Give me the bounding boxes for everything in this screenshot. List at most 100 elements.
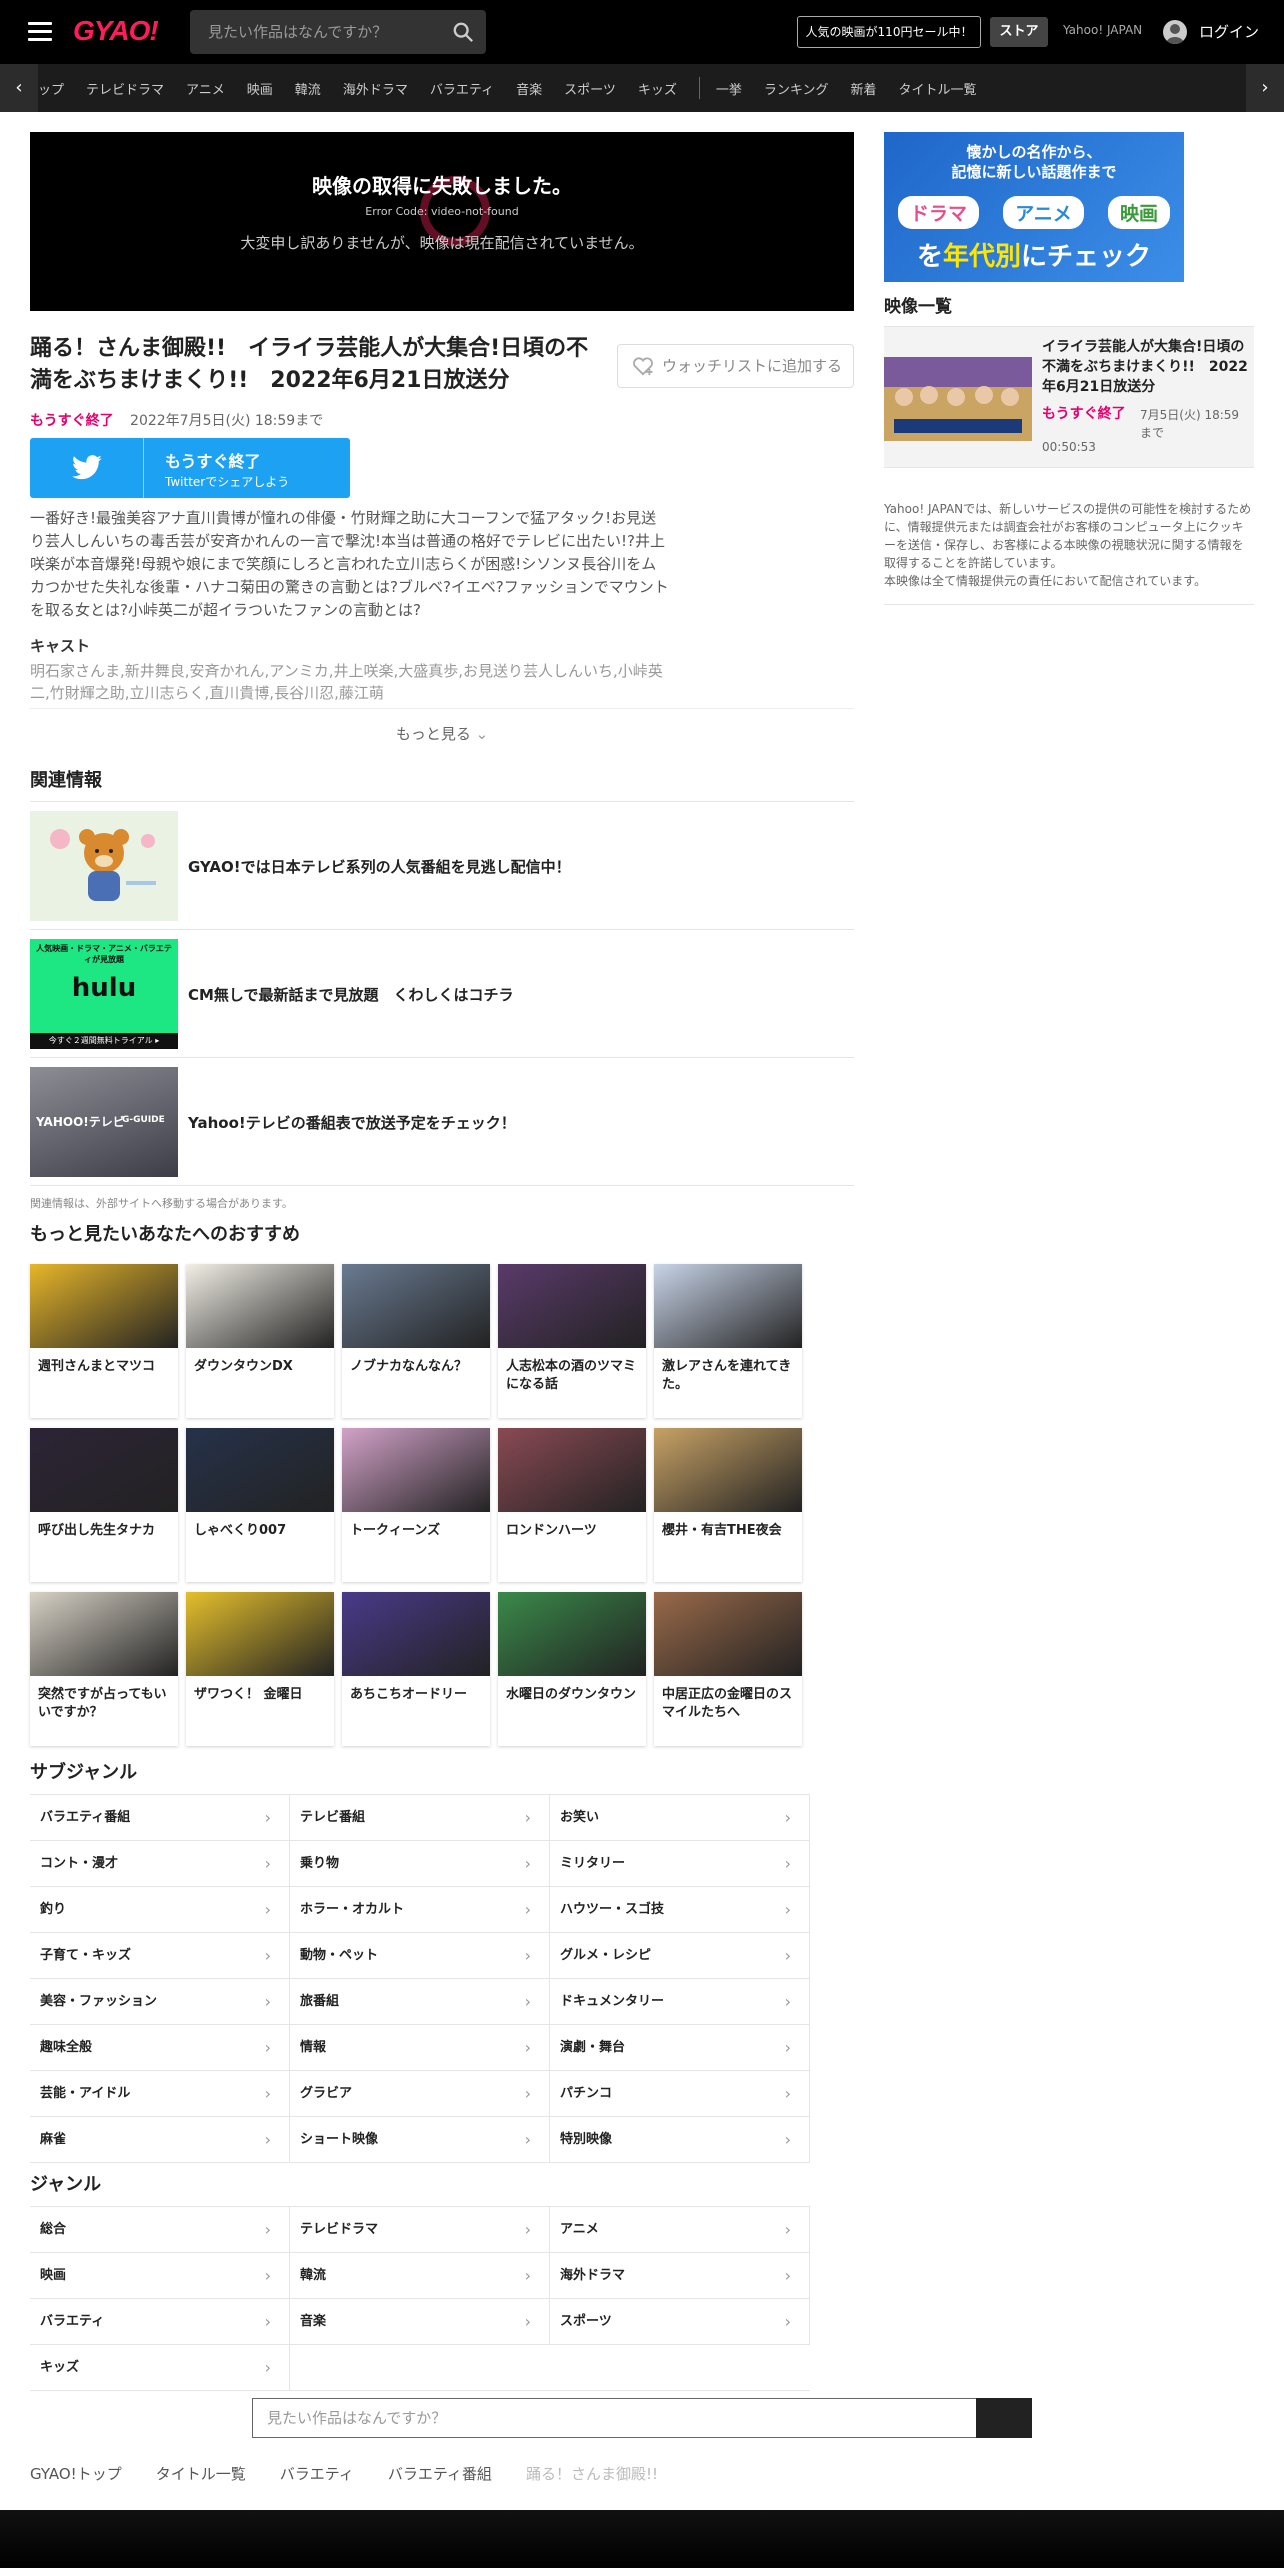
genre-item[interactable]: 韓流 › <box>290 2252 550 2298</box>
video-player[interactable]: 映像の取得に失敗しました。 Error Code: video-not-foun… <box>30 132 854 311</box>
subgenre-item[interactable]: 麻雀 › <box>30 2116 290 2162</box>
bottom-search-button[interactable] <box>976 2398 1032 2438</box>
recommend-card[interactable]: トークィーンズ <box>342 1428 490 1582</box>
search-input[interactable] <box>190 10 440 54</box>
subgenre-item[interactable]: 動物・ペット › <box>290 1932 550 1978</box>
recommend-card[interactable]: 人志松本の酒のツマミになる話 <box>498 1264 646 1418</box>
subgenre-item[interactable]: ミリタリー › <box>550 1840 810 1886</box>
breadcrumb-item[interactable]: GYAO!トップ <box>30 2465 122 2483</box>
subgenre-item[interactable]: 乗り物 › <box>290 1840 550 1886</box>
sale-banner-link[interactable]: 人気の映画が110円セール中！ <box>797 16 981 48</box>
yahoo-japan-link[interactable]: Yahoo! JAPAN <box>1063 23 1142 37</box>
nav-item[interactable]: バラエティ <box>430 79 494 98</box>
recommend-card[interactable]: 中居正広の金曜日のスマイルたちへ <box>654 1592 802 1746</box>
genre-item[interactable]: 総合 › <box>30 2206 290 2252</box>
subgenre-item[interactable]: 情報 › <box>290 2024 550 2070</box>
chevron-right-icon: › <box>784 1900 791 1919</box>
related-note: 関連情報は、外部サイトへ移動する場合があります。 <box>30 1197 293 1210</box>
chevron-right-icon: › <box>784 1992 791 2011</box>
recommend-card[interactable]: しゃべくり007 <box>186 1428 334 1582</box>
genre-item[interactable]: 音楽 › <box>290 2298 550 2344</box>
recommend-card[interactable]: 激レアさんを連れてきた。 <box>654 1264 802 1418</box>
recommend-card[interactable]: ノブナカなんなん？ <box>342 1264 490 1418</box>
subgenre-item[interactable]: ショート映像 › <box>290 2116 550 2162</box>
breadcrumb-item[interactable]: タイトル一覧 <box>156 2465 246 2483</box>
nav-item[interactable]: 一挙 <box>716 79 742 98</box>
nav-item[interactable]: タイトル一覧 <box>899 79 977 98</box>
recommend-card[interactable]: 突然ですが占ってもいいですか？ <box>30 1592 178 1746</box>
search-icon[interactable] <box>452 21 474 43</box>
bottom-search-input[interactable] <box>252 2398 976 2438</box>
genre-item[interactable]: 海外ドラマ › <box>550 2252 810 2298</box>
subgenre-item[interactable]: バラエティ番組 › <box>30 1794 290 1840</box>
subgenre-item[interactable]: 演劇・舞台 › <box>550 2024 810 2070</box>
nav-item[interactable]: ランキング <box>764 79 829 98</box>
recommend-card[interactable]: ダウンタウンDX <box>186 1264 334 1418</box>
nav-next-icon[interactable]: › <box>1246 64 1284 112</box>
video-list-item[interactable]: イライラ芸能人が大集合!日頃の不満をぶちまけまくり!! 2022年6月21日放送… <box>884 326 1254 468</box>
subgenre-label: パチンコ <box>560 2086 613 2101</box>
login-button[interactable]: ログイン <box>1163 18 1259 46</box>
subgenre-item[interactable]: お笑い › <box>550 1794 810 1840</box>
genre-item[interactable]: スポーツ › <box>550 2298 810 2344</box>
recommend-card[interactable]: あちこちオードリー <box>342 1592 490 1746</box>
breadcrumb-item[interactable]: バラエティ <box>280 2465 354 2483</box>
gyao-logo[interactable]: GYAO! <box>73 15 159 47</box>
genre-item[interactable]: キッズ › <box>30 2344 290 2390</box>
nav-item[interactable]: スポーツ <box>564 79 616 98</box>
subgenre-item[interactable]: 美容・ファッション › <box>30 1978 290 2024</box>
subgenre-item[interactable]: グラビア › <box>290 2070 550 2116</box>
store-button[interactable]: ストア <box>990 17 1048 47</box>
twitter-share-button[interactable]: もうすぐ終了 Twitterでシェアしよう <box>30 438 350 498</box>
nav-item[interactable]: 韓流 <box>295 79 321 98</box>
subgenre-label: 趣味全般 <box>40 2040 93 2055</box>
recommend-card[interactable]: 週刊さんまとマツコ <box>30 1264 178 1418</box>
subgenre-item[interactable]: パチンコ › <box>550 2070 810 2116</box>
recommend-card[interactable]: 呼び出し先生タナカ <box>30 1428 178 1582</box>
genre-item[interactable]: テレビドラマ › <box>290 2206 550 2252</box>
genre-item[interactable]: バラエティ › <box>30 2298 290 2344</box>
video-list-heading: 映像一覧 <box>884 297 952 317</box>
recommend-title: ダウンタウンDX <box>194 1359 293 1374</box>
recommend-title: 中居正広の金曜日のスマイルたちへ <box>662 1687 793 1720</box>
subgenre-item[interactable]: 芸能・アイドル › <box>30 2070 290 2116</box>
recommend-card[interactable]: 櫻井・有吉THE夜会 <box>654 1428 802 1582</box>
banner-line2: 記憶に新しい話題作まで <box>951 163 1117 181</box>
breadcrumb-item[interactable]: バラエティ番組 <box>388 2465 492 2483</box>
subgenre-item[interactable]: グルメ・レシピ › <box>550 1932 810 1978</box>
show-more-button[interactable]: もっと見る ⌄ <box>30 708 854 758</box>
nav-item[interactable]: テレビドラマ <box>86 79 164 98</box>
nav-item[interactable]: 音楽 <box>516 79 542 98</box>
nav-item[interactable]: ップ <box>38 79 64 98</box>
subgenre-item[interactable]: コント・漫才 › <box>30 1840 290 1886</box>
chevron-right-icon: › <box>784 2266 791 2285</box>
nav-item[interactable]: 映画 <box>247 79 273 98</box>
nav-item[interactable]: キッズ <box>638 79 677 98</box>
subgenre-item[interactable]: ドキュメンタリー › <box>550 1978 810 2024</box>
recommend-card[interactable]: ロンドンハーツ <box>498 1428 646 1582</box>
era-banner[interactable]: 懐かしの名作から、 記憶に新しい話題作まで ドラマ アニメ 映画 を年代別にチェ… <box>884 132 1184 282</box>
related-item[interactable]: YAHOO!テレビ G-GUIDE Yahoo!テレビの番組表で放送予定をチェッ… <box>30 1057 854 1185</box>
nav-item[interactable]: アニメ <box>186 79 225 98</box>
subgenre-item[interactable]: 子育て・キッズ › <box>30 1932 290 1978</box>
recommend-title: あちこちオードリー <box>350 1687 468 1702</box>
related-item[interactable]: GYAO!では日本テレビ系列の人気番組を見逃し配信中！ <box>30 801 854 929</box>
genre-item[interactable]: 映画 › <box>30 2252 290 2298</box>
subgenre-item[interactable]: ホラー・オカルト › <box>290 1886 550 1932</box>
subgenre-item[interactable]: 釣り › <box>30 1886 290 1932</box>
menu-icon[interactable] <box>28 22 52 42</box>
genre-item[interactable]: アニメ › <box>550 2206 810 2252</box>
add-watchlist-button[interactable]: ウォッチリストに追加する <box>617 344 854 388</box>
nav-item[interactable]: 新着 <box>850 79 876 98</box>
recommend-card[interactable]: 水曜日のダウンタウン <box>498 1592 646 1746</box>
nav-item[interactable]: 海外ドラマ <box>343 79 408 98</box>
recommend-card[interactable]: ザワつく！ 金曜日 <box>186 1592 334 1746</box>
show-more-label: もっと見る <box>395 725 471 743</box>
subgenre-item[interactable]: ハウツー・スゴ技 › <box>550 1886 810 1932</box>
subgenre-item[interactable]: 特別映像 › <box>550 2116 810 2162</box>
subgenre-item[interactable]: 趣味全般 › <box>30 2024 290 2070</box>
nav-prev-icon[interactable]: ‹ <box>0 64 38 112</box>
related-item[interactable]: 人気映画・ドラマ・アニメ・バラエティが見放題 hulu 今すぐ２週間無料トライア… <box>30 929 854 1057</box>
subgenre-item[interactable]: テレビ番組 › <box>290 1794 550 1840</box>
subgenre-item[interactable]: 旅番組 › <box>290 1978 550 2024</box>
